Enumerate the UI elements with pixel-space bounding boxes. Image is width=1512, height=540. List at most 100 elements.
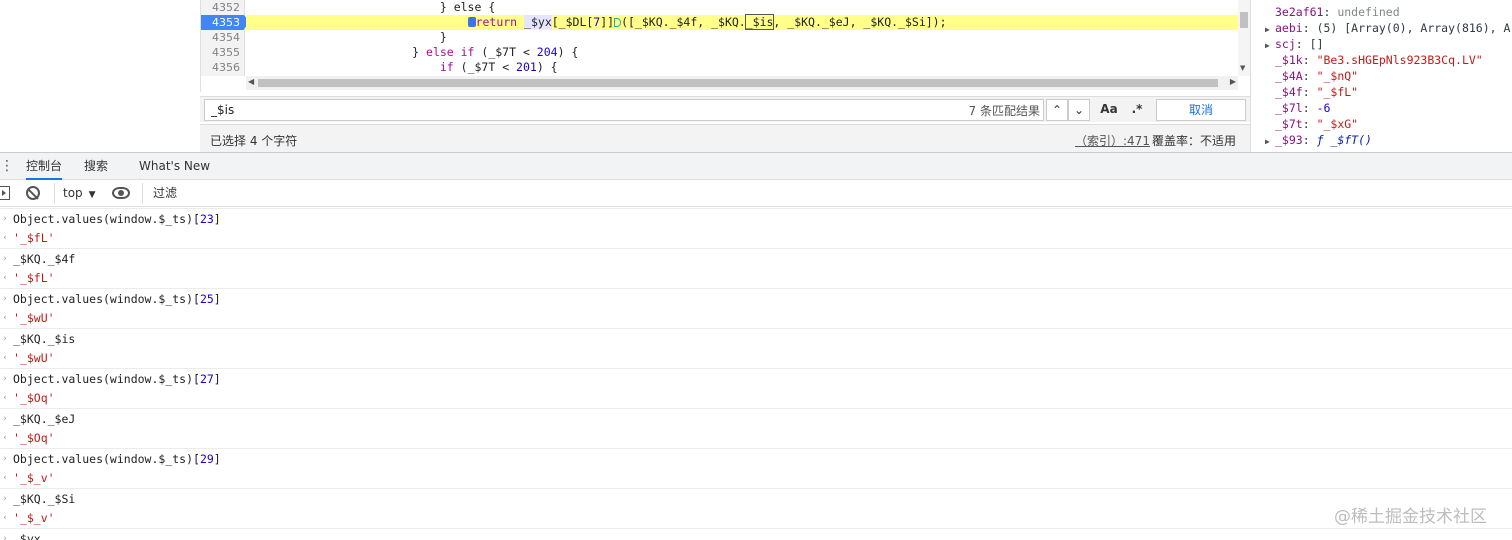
console-command: Object.values(window.$_ts)[29] (13, 449, 221, 469)
regex-button[interactable]: .* (1126, 99, 1148, 121)
scope-separator: : (1302, 53, 1317, 67)
code-text: ) { (536, 60, 558, 74)
cancel-search-button[interactable]: 取消 (1156, 99, 1246, 121)
scope-variable-row[interactable]: 3e2af61: undefined (1275, 4, 1400, 20)
command-text: ] (213, 212, 221, 226)
result-arrow-icon: ‹ (2, 313, 8, 323)
scroll-right-arrow-icon[interactable]: ▶ (1230, 77, 1236, 86)
scope-variable-row[interactable]: _$4A: "_$nQ" (1275, 68, 1358, 84)
filter-input[interactable]: 过滤 (142, 183, 542, 204)
console-result-row[interactable]: ‹ '_$fL' (0, 268, 1512, 288)
console-result-row[interactable]: ‹ '_$_v' (0, 508, 1512, 528)
scope-variable-row[interactable]: _$7t: "_$xG" (1275, 116, 1358, 132)
scope-variable-row[interactable]: _$4f: "_$fL" (1275, 84, 1358, 100)
watermark: @稀土掘金技术社区 (1334, 507, 1487, 527)
scrollbar-thumb[interactable] (1240, 12, 1248, 28)
console-result-row[interactable]: ‹ '_$Oq' (0, 388, 1512, 408)
code-identifier-highlight: _$yx (524, 15, 552, 29)
line-number[interactable]: 4352 (212, 0, 240, 15)
console-command: _$yx (13, 529, 41, 540)
line-number[interactable]: 4355 (212, 45, 240, 60)
previous-match-button[interactable]: ⌃ (1046, 99, 1068, 121)
command-text: _$KQ._$4f (13, 252, 76, 266)
code-text: } else { (246, 0, 496, 14)
console-result-row[interactable]: ‹ '_$_v' (0, 468, 1512, 488)
input-prompt-icon: › (2, 294, 8, 304)
scope-variable-row[interactable]: _$1k: "Be3.sHGEpNls923B3Cq.LV" (1275, 52, 1483, 68)
console-input-row[interactable]: › Object.values(window.$_ts)[29] (0, 448, 1512, 468)
scope-key: _$7l (1275, 101, 1303, 115)
code-text: ]] (600, 15, 615, 29)
more-menu-icon[interactable]: ⋮ (0, 158, 14, 174)
horizontal-scrollbar[interactable]: ◀ ▶ (246, 76, 1238, 90)
console-input-row[interactable]: › Object.values(window.$_ts)[25] (0, 288, 1512, 308)
scope-separator: : (1302, 21, 1317, 35)
scope-variable-row[interactable]: ▶ scj: [] (1265, 36, 1324, 52)
console-result: '_$wU' (13, 311, 55, 325)
code-number: 201 (516, 60, 537, 74)
show-sidebar-icon[interactable] (0, 186, 10, 200)
console-input-row[interactable]: › _$KQ._$eJ (0, 408, 1512, 428)
scope-key: aebi (1275, 21, 1303, 35)
scope-separator: : (1295, 37, 1310, 51)
next-match-button[interactable]: ⌄ (1068, 99, 1090, 121)
live-expression-eye-icon[interactable] (112, 187, 130, 199)
context-selector[interactable]: top ▼ (54, 183, 100, 204)
inline-breakpoint-icon[interactable] (467, 17, 476, 27)
command-text: ] (213, 372, 221, 386)
console-input-row[interactable]: › Object.values(window.$_ts)[27] (0, 368, 1512, 388)
console-input-row[interactable]: › _$yx (0, 528, 1512, 540)
code-line: if (_$7T < 201) { (246, 60, 1238, 75)
console-result: '_$fL' (13, 271, 55, 285)
console-input-row[interactable]: › Object.values(window.$_ts)[23] (0, 208, 1512, 228)
console-result-row[interactable]: ‹ '_$fL' (0, 228, 1512, 248)
scope-value: "_$fL" (1316, 85, 1359, 99)
console-input-row[interactable]: › _$KQ._$4f (0, 248, 1512, 268)
line-number[interactable]: 4357 (212, 75, 240, 76)
scope-variable-row[interactable]: ▶ aebi: (5) [Array(0), Array(816), Ar (1265, 20, 1512, 36)
tab-search[interactable]: 搜索 (84, 153, 108, 180)
clear-console-icon[interactable] (26, 186, 40, 200)
scroll-down-arrow-icon[interactable]: ▼ (1240, 64, 1245, 72)
scope-key: _$4A (1275, 69, 1303, 83)
result-arrow-icon: ‹ (2, 353, 8, 363)
match-case-button[interactable]: Aa (1096, 99, 1122, 121)
console-messages[interactable]: › Object.values(window.$_ts)[23] ‹ '_$fL' › _… (0, 208, 1512, 540)
scope-variable-row[interactable]: ▶ _$93: ƒ _$fT() (1265, 132, 1372, 148)
console-result-row[interactable]: ‹ '_$wU' (0, 308, 1512, 328)
navigator-pane (0, 0, 200, 152)
line-number[interactable]: 4356 (212, 60, 240, 75)
scope-value: undefined (1337, 5, 1400, 19)
console-command: _$KQ._$is (13, 329, 75, 349)
scrollbar-thumb[interactable] (258, 79, 1218, 87)
tab-console[interactable]: 控制台 (26, 153, 63, 180)
line-number[interactable]: 4354 (212, 30, 240, 45)
search-match-highlight: _$is (744, 14, 775, 30)
console-result-row[interactable]: ‹ '_$wU' (0, 348, 1512, 368)
scope-variable-row[interactable]: _$7l: -6 (1275, 100, 1330, 116)
source-location-link[interactable]: （索引）:471 (1075, 132, 1150, 149)
scroll-left-arrow-icon[interactable]: ◀ (248, 77, 254, 86)
code-text: } (246, 45, 427, 59)
line-number-gutter[interactable]: 4352 4353 4354 4355 4356 4357 (201, 0, 250, 76)
code-text: (_$7T < (453, 60, 517, 74)
console-input-row[interactable]: › _$KQ._$Si (0, 488, 1512, 508)
scope-value: "Be3.sHGEpNls923B3Cq.LV" (1316, 53, 1483, 67)
console-input-row[interactable]: › _$KQ._$is (0, 328, 1512, 348)
code-number: 204 (536, 45, 558, 59)
expand-triangle-icon[interactable]: ▶ (1265, 38, 1275, 54)
vertical-scrollbar[interactable]: ▼ (1238, 0, 1250, 76)
code-keyword: if (439, 60, 454, 74)
tab-whats-new[interactable]: What's New (139, 153, 210, 180)
code-area[interactable]: } else { return _$yx[_$DL[7]] ([_$KQ._$4f… (246, 0, 1238, 76)
result-arrow-icon: ‹ (2, 273, 8, 283)
expand-triangle-icon[interactable]: ▶ (1265, 134, 1275, 150)
source-editor[interactable]: 4352 4353 4354 4355 4356 4357 } else { r… (200, 0, 1250, 92)
command-number: 25 (199, 292, 214, 306)
input-prompt-icon: › (2, 374, 8, 384)
line-number-active-breakpoint[interactable]: 4353 (201, 15, 250, 30)
console-result-row[interactable]: ‹ '_$Oq' (0, 428, 1512, 448)
search-input[interactable] (204, 99, 1044, 121)
input-prompt-icon: › (2, 414, 8, 424)
